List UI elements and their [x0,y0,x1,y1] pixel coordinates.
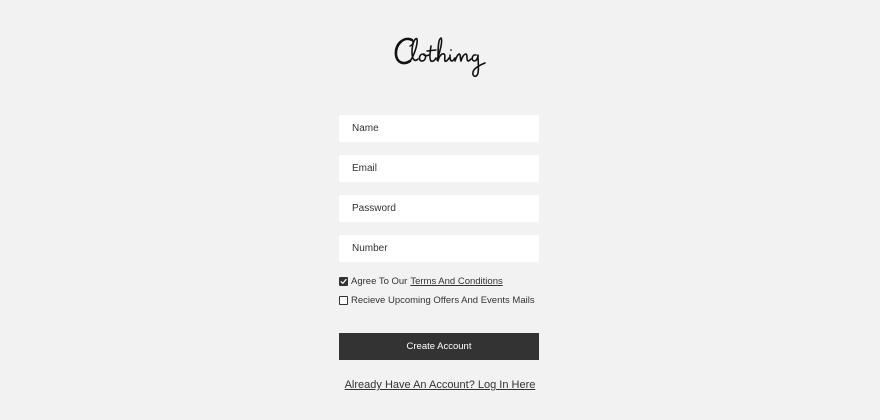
logo-script-image [394,37,486,78]
email-input[interactable] [339,155,539,182]
login-link[interactable]: Already Have An Account? Log In Here [345,379,536,391]
terms-label: Agree To Our [351,275,408,287]
create-account-button[interactable]: Create Account [339,333,539,360]
offers-checkbox[interactable] [339,295,348,305]
number-input[interactable] [339,235,539,262]
checkbox-group: Agree To Our Terms And Conditions Reciev… [339,275,535,313]
offers-label: Recieve Upcoming Offers And Events Mails [351,294,535,306]
brand-logo [390,30,490,82]
password-input[interactable] [339,195,539,222]
offers-checkbox-row[interactable]: Recieve Upcoming Offers And Events Mails [339,294,535,306]
terms-checkbox[interactable] [339,276,348,286]
terms-checkbox-row[interactable]: Agree To Our Terms And Conditions [339,275,535,287]
checkmark-icon [340,278,347,284]
name-input[interactable] [339,115,539,142]
signup-form [339,115,539,275]
terms-link[interactable]: Terms And Conditions [410,276,502,287]
login-link-container: Already Have An Account? Log In Here [0,379,880,391]
